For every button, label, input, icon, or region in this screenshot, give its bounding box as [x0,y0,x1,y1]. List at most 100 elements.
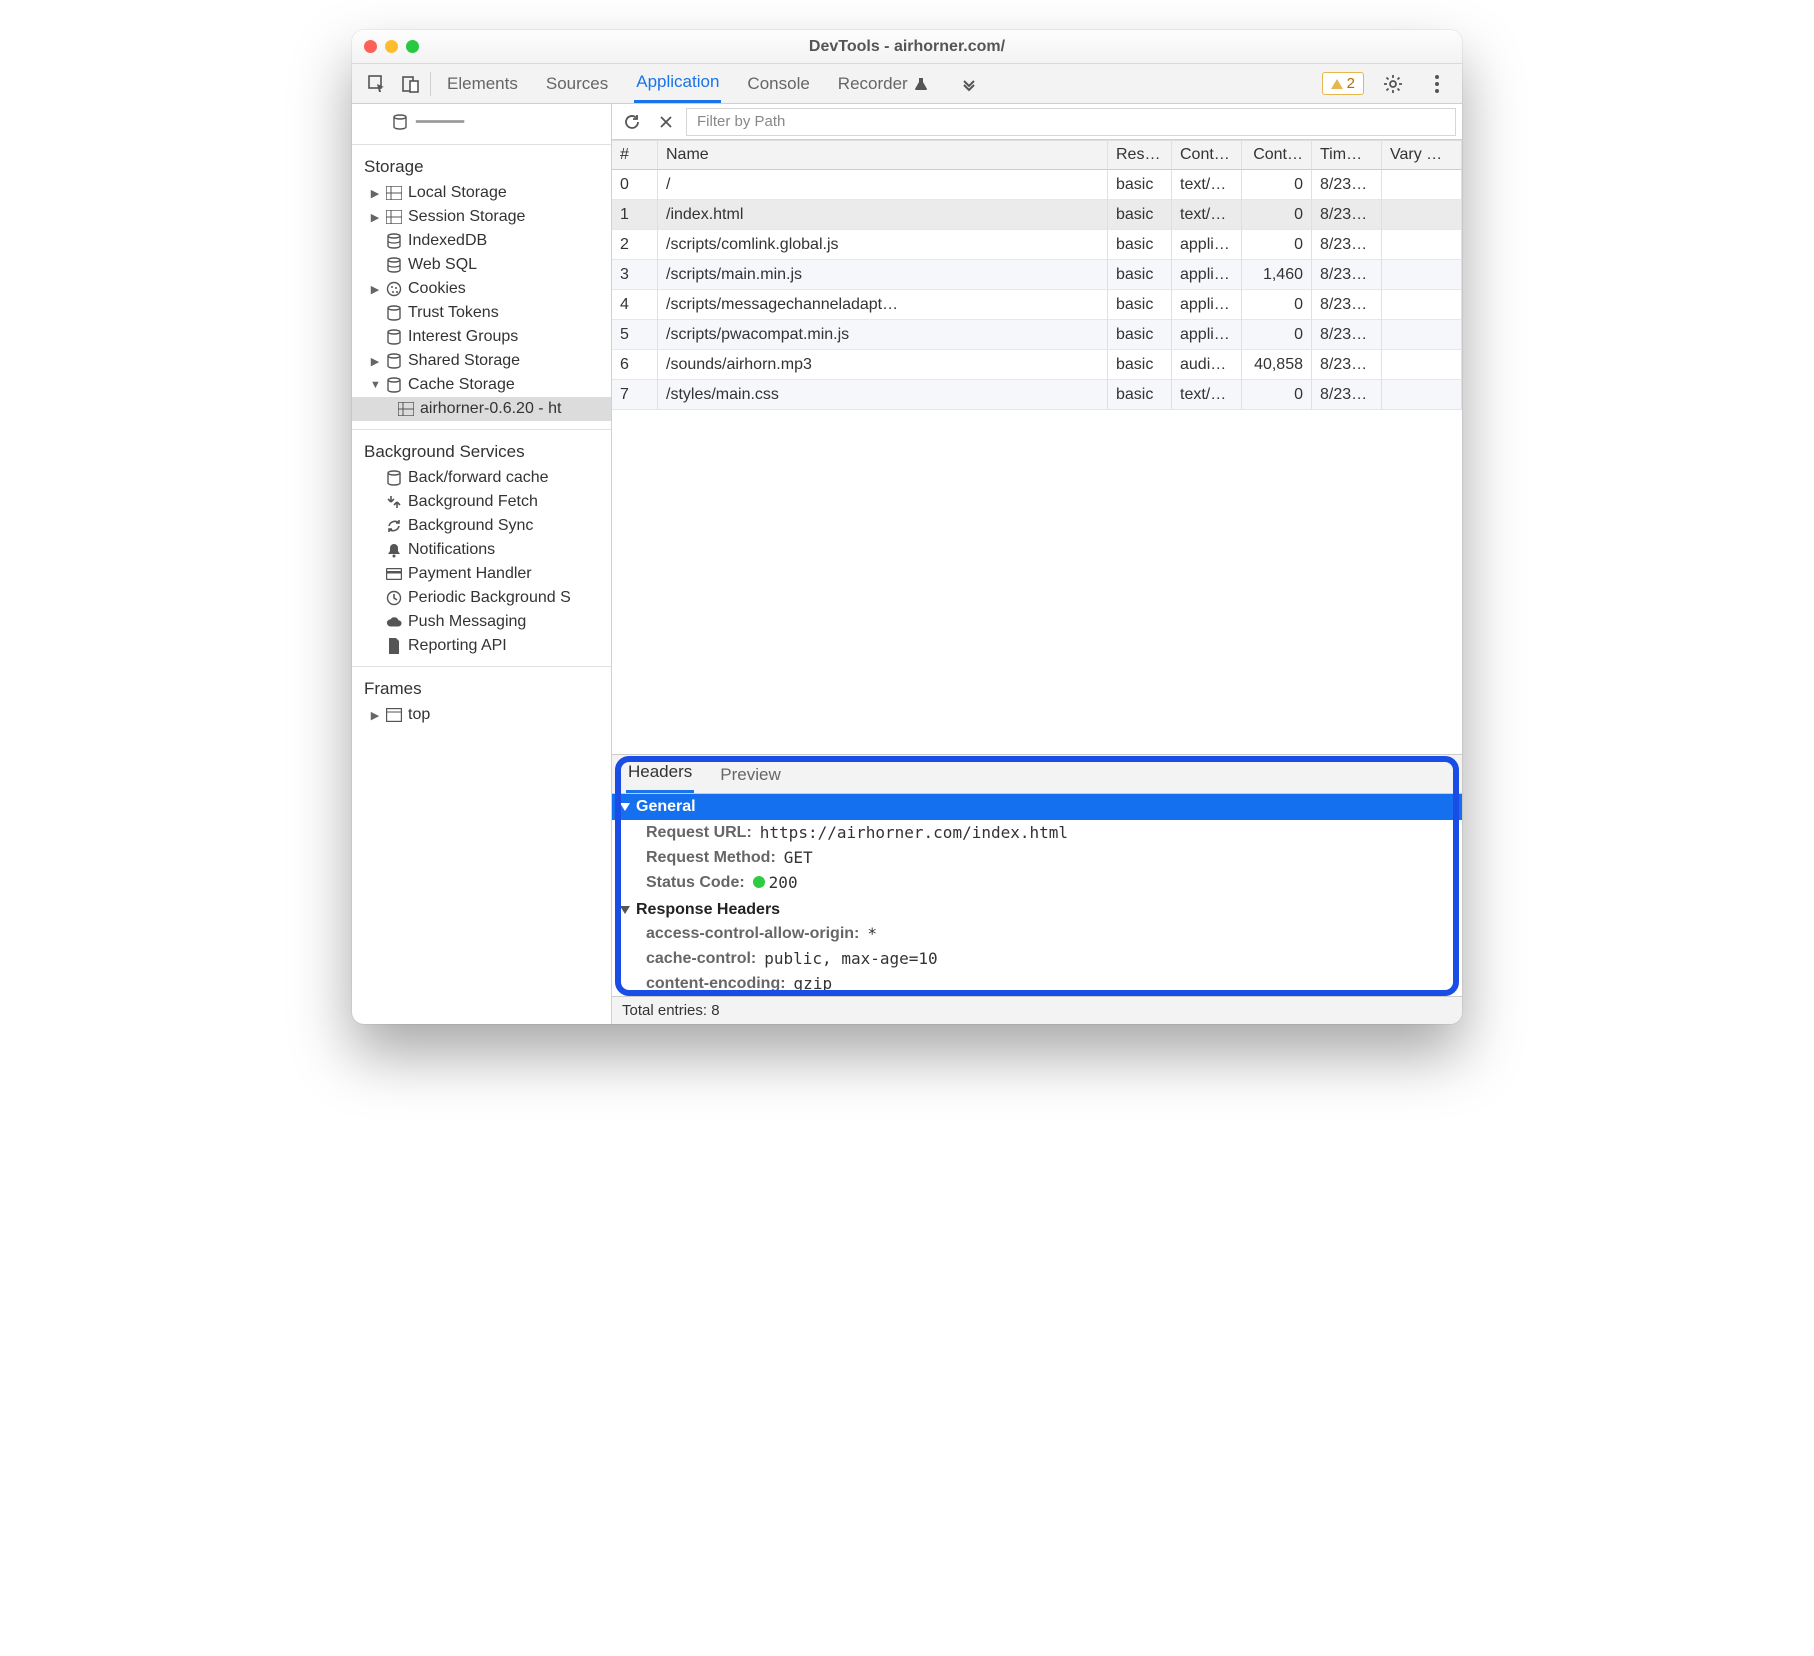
tab-recorder[interactable]: Recorder [836,66,930,102]
footer-text: Total entries: 8 [622,1002,720,1019]
database-icon [392,114,408,130]
warnings-badge[interactable]: 2 [1322,72,1364,95]
sidebar-item-bg-sync[interactable]: Background Sync [352,514,611,538]
inspect-element-icon[interactable] [362,69,392,99]
sidebar-item-cache-entry[interactable]: airhorner-0.6.20 - ht [352,397,611,421]
table-row[interactable]: 3/scripts/main.min.jsbasicappli…1,4608/2… [612,260,1462,290]
card-icon [386,566,402,582]
sidebar-item-cookies[interactable]: ▶ Cookies [352,277,611,301]
col-header-content-type[interactable]: Cont… [1172,140,1242,170]
sidebar-item-trust-tokens[interactable]: Trust Tokens [352,301,611,325]
tab-application[interactable]: Application [634,64,721,103]
sidebar-item-label: Background Fetch [408,493,538,511]
sidebar-item-websql[interactable]: Web SQL [352,253,611,277]
cell-response: basic [1108,320,1172,350]
grid-icon [386,209,402,225]
main-tabbar: Elements Sources Application Console Rec… [352,64,1462,104]
cell-vary [1382,350,1462,380]
sidebar-item-label: Local Storage [408,184,507,202]
clock-icon [386,590,402,606]
sidebar-item-label: airhorner-0.6.20 - ht [420,400,561,418]
cell-time: 8/23… [1312,350,1382,380]
kv-key: access-control-allow-origin: [646,925,859,943]
expand-icon: ▶ [370,283,380,296]
cell-content-length: 0 [1242,170,1312,200]
col-header-vary[interactable]: Vary … [1382,140,1462,170]
cell-content-type: text/… [1172,170,1242,200]
sync-icon [386,518,402,534]
tab-sources[interactable]: Sources [544,66,610,102]
divider [352,429,611,430]
minimize-window-icon[interactable] [385,40,398,53]
sidebar-item-label: Cookies [408,280,466,298]
col-header-time[interactable]: Tim… [1312,140,1382,170]
table-row[interactable]: 1/index.htmlbasictext/…08/23… [612,200,1462,230]
detail-tabs: Headers Preview [612,754,1462,794]
table-row[interactable]: 2/scripts/comlink.global.jsbasicappli…08… [612,230,1462,260]
cell-vary [1382,260,1462,290]
clear-button[interactable] [652,108,680,136]
kebab-menu-icon[interactable] [1422,69,1452,99]
settings-icon[interactable] [1378,69,1408,99]
col-header-name[interactable]: Name [658,140,1108,170]
col-header-content-length[interactable]: Cont… [1242,140,1312,170]
database-icon [386,329,402,345]
sidebar-item-reporting[interactable]: Reporting API [352,634,611,658]
sidebar-item-label: Cache Storage [408,376,515,394]
expand-icon: ▶ [370,355,380,368]
cell-num: 1 [612,200,658,230]
close-window-icon[interactable] [364,40,377,53]
table-row[interactable]: 7/styles/main.cssbasictext/…08/23… [612,380,1462,410]
cell-content-length: 0 [1242,290,1312,320]
cell-response: basic [1108,200,1172,230]
cell-response: basic [1108,170,1172,200]
maximize-window-icon[interactable] [406,40,419,53]
kv-status-code: Status Code: 200 [612,870,1462,895]
cell-num: 0 [612,170,658,200]
sidebar-item-bf-cache[interactable]: Back/forward cache [352,466,611,490]
section-general[interactable]: General [612,794,1462,820]
cell-response: basic [1108,350,1172,380]
table-row[interactable]: 4/scripts/messagechanneladapt…basicappli… [612,290,1462,320]
cell-time: 8/23… [1312,320,1382,350]
cell-name: /scripts/comlink.global.js [658,230,1108,260]
frame-icon [386,707,402,723]
col-header-num[interactable]: # [612,140,658,170]
sidebar-item-session-storage[interactable]: ▶ Session Storage [352,205,611,229]
table-row[interactable]: 5/scripts/pwacompat.min.jsbasicappli…08/… [612,320,1462,350]
filter-input[interactable] [686,108,1456,136]
device-toolbar-icon[interactable] [396,69,426,99]
cell-name: /scripts/messagechanneladapt… [658,290,1108,320]
table-header-row: # Name Res… Cont… Cont… Tim… Vary … [612,140,1462,170]
sidebar-item-notifications[interactable]: Notifications [352,538,611,562]
tab-console[interactable]: Console [745,66,811,102]
sidebar-item-periodic-sync[interactable]: Periodic Background S [352,586,611,610]
sidebar-item-shared-storage[interactable]: ▶ Shared Storage [352,349,611,373]
table-row[interactable]: 0/basictext/…08/23… [612,170,1462,200]
table-row[interactable]: 6/sounds/airhorn.mp3basicaudi…40,8588/23… [612,350,1462,380]
sidebar-item-local-storage[interactable]: ▶ Local Storage [352,181,611,205]
tab-elements[interactable]: Elements [445,66,520,102]
cell-content-length: 1,460 [1242,260,1312,290]
sidebar-item-push[interactable]: Push Messaging [352,610,611,634]
kv-request-url: Request URL: https://airhorner.com/index… [612,820,1462,845]
detail-tab-headers[interactable]: Headers [626,754,694,793]
cell-num: 6 [612,350,658,380]
kv-key: Request Method: [646,849,776,867]
sidebar-item-payment-handler[interactable]: Payment Handler [352,562,611,586]
sidebar-item-cache-storage[interactable]: ▼ Cache Storage [352,373,611,397]
sidebar-item-storage-cut[interactable]: ━━━━━ [352,108,611,136]
sidebar-item-frame-top[interactable]: ▶ top [352,703,611,727]
cell-name: /styles/main.css [658,380,1108,410]
sidebar-item-bg-fetch[interactable]: Background Fetch [352,490,611,514]
sidebar-item-interest-groups[interactable]: Interest Groups [352,325,611,349]
sidebar-item-indexeddb[interactable]: IndexedDB [352,229,611,253]
detail-tab-preview[interactable]: Preview [718,757,782,793]
more-tabs-icon[interactable] [954,69,984,99]
section-response-headers[interactable]: Response Headers [612,895,1462,921]
refresh-button[interactable] [618,108,646,136]
col-header-response[interactable]: Res… [1108,140,1172,170]
sidebar-item-label: Notifications [408,541,495,559]
sidebar-item-label: Periodic Background S [408,589,571,607]
kv-request-method: Request Method: GET [612,845,1462,870]
